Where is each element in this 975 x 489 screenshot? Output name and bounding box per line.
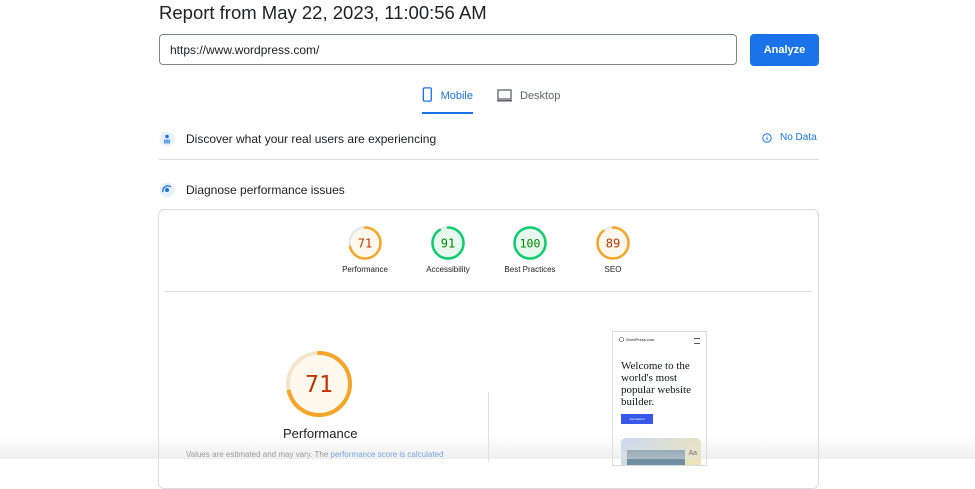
tab-desktop-label: Desktop	[520, 90, 561, 102]
wordpress-logo-icon	[619, 337, 624, 342]
section-divider	[159, 159, 819, 160]
screenshot-headline: Welcome to the world's most popular webs…	[621, 360, 691, 408]
tab-mobile-label: Mobile	[440, 90, 473, 102]
performance-score-link[interactable]: performance score is calculated	[331, 450, 444, 459]
gauge-label: Accessibility	[426, 265, 470, 274]
tab-mobile[interactable]: Mobile	[422, 86, 473, 114]
hamburger-menu-icon	[694, 338, 700, 344]
screenshot-card-image	[627, 450, 685, 465]
screenshot-card-text: Aa	[688, 450, 697, 457]
performance-big-gauge: 71	[286, 351, 352, 417]
users-icon	[159, 131, 175, 147]
gauge-value: 91	[441, 237, 455, 251]
page-title: Report from May 22, 2023, 11:00:56 AM	[159, 2, 487, 23]
big-gauge-value: 71	[305, 372, 333, 398]
no-data-label: No Data	[780, 132, 817, 143]
gauge-label: Best Practices	[504, 265, 556, 274]
url-input[interactable]	[159, 34, 737, 65]
values-note-text: Values are estimated and may vary. The	[186, 450, 331, 459]
diagnose-heading: Diagnose performance issues	[186, 183, 345, 197]
gauge-value: 71	[358, 237, 372, 251]
tab-desktop[interactable]: Desktop	[497, 86, 560, 112]
screenshot-card: Aa	[621, 438, 701, 465]
gauge-value: 100	[520, 237, 541, 251]
desktop-icon	[497, 89, 512, 102]
score-gauge-accessibility[interactable]: 91 Accessibility	[403, 225, 493, 274]
gauge-value: 89	[606, 237, 620, 251]
page-screenshot-thumbnail: WordPress.com Welcome to the world's mos…	[612, 331, 707, 466]
mobile-icon	[422, 87, 432, 102]
gauge-label: SEO	[604, 265, 622, 274]
detail-divider	[488, 392, 489, 462]
screenshot-cta: Get started	[621, 414, 653, 424]
analyze-button[interactable]: Analyze	[750, 34, 819, 66]
diagnose-icon	[159, 182, 175, 198]
no-data-link[interactable]: No Data	[762, 132, 817, 143]
field-data-heading: Discover what your real users are experi…	[186, 132, 437, 146]
values-note: Values are estimated and may vary. The p…	[186, 450, 443, 459]
gauge-label: Performance	[342, 265, 388, 274]
score-gauge-performance[interactable]: 71 Performance	[320, 225, 410, 274]
screenshot-logo: WordPress.com	[619, 337, 654, 342]
info-icon	[762, 132, 772, 143]
score-gauge-best-practices[interactable]: 100 Best Practices	[485, 225, 575, 274]
screenshot-logo-text: WordPress.com	[626, 337, 655, 342]
performance-detail-label: Performance	[283, 426, 358, 441]
score-gauge-seo[interactable]: 89 SEO	[568, 225, 658, 274]
card-divider	[165, 291, 812, 292]
